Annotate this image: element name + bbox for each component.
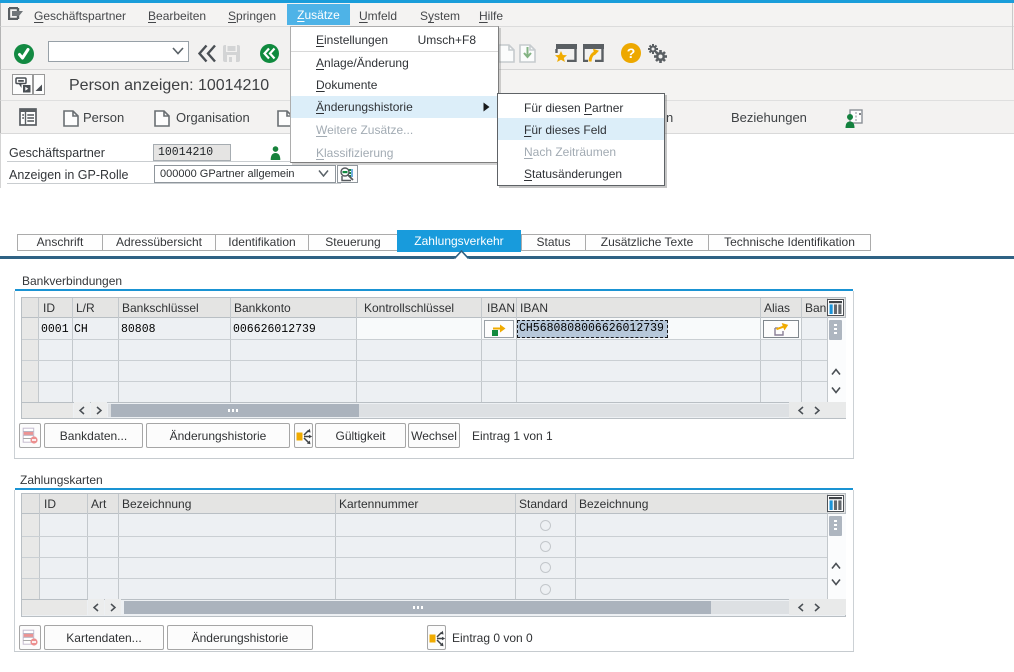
svg-text:?: ? — [627, 45, 636, 61]
